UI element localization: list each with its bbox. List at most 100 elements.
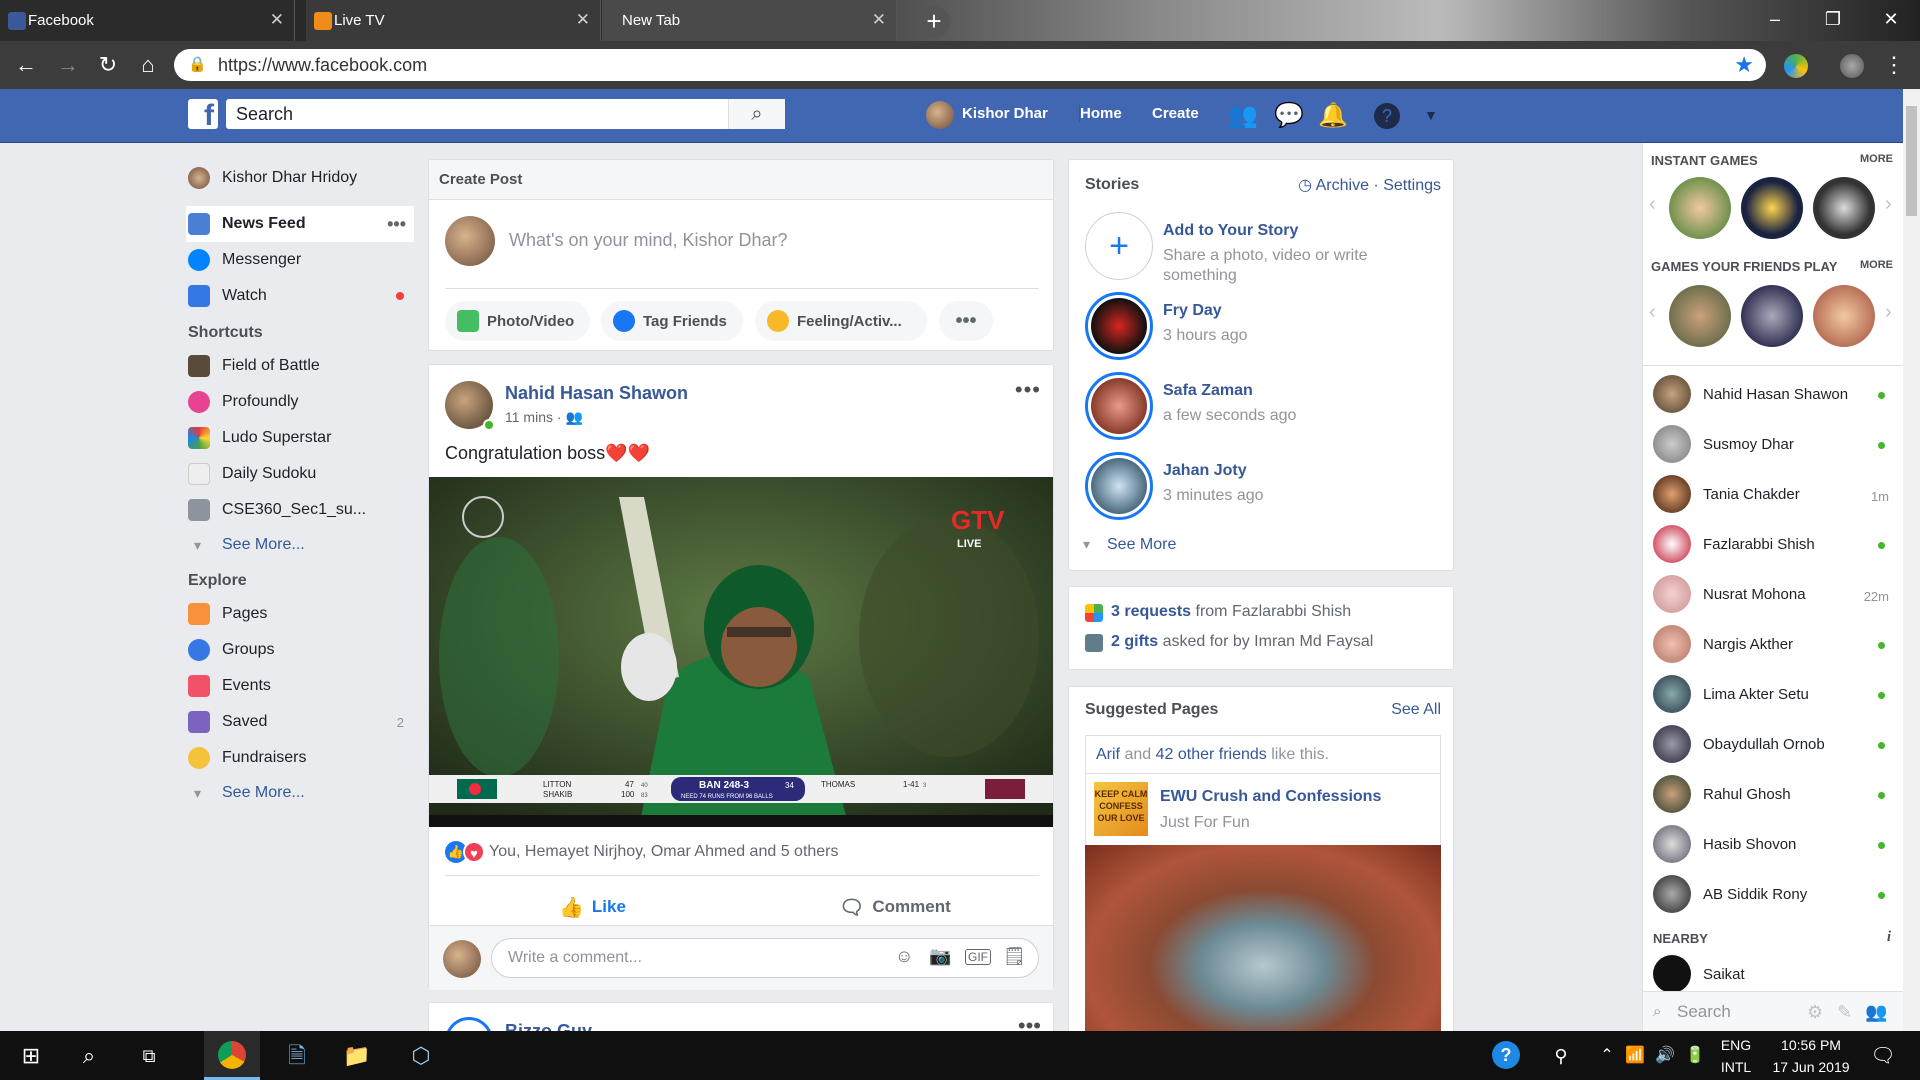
chat-contact[interactable]: AB Siddik Rony [1653, 875, 1893, 917]
feeling-activity-button[interactable]: Feeling/Activ... [755, 301, 927, 341]
chevron-left-icon[interactable]: ‹ [1649, 193, 1656, 216]
tag-friends-button[interactable]: Tag Friends [601, 301, 743, 341]
close-tab-icon[interactable]: ✕ [872, 10, 886, 30]
more-options-icon[interactable]: ••• [387, 214, 406, 235]
profile-link[interactable]: Kishor Dhar Hridoy [186, 160, 414, 196]
chat-contact[interactable]: Rahul Ghosh [1653, 775, 1893, 817]
story-item[interactable]: Jahan Joty 3 minutes ago [1085, 452, 1445, 522]
minimize-icon[interactable]: – [1746, 0, 1804, 41]
close-window-icon[interactable]: ✕ [1862, 0, 1920, 41]
settings-link[interactable]: Settings [1383, 177, 1441, 194]
search-icon[interactable]: ⌕ [728, 99, 785, 129]
shortcut-item[interactable]: Field of Battle [186, 348, 414, 384]
search-icon[interactable]: ⌕ [72, 1039, 106, 1073]
story-item[interactable]: Safa Zaman a few seconds ago [1085, 372, 1445, 442]
shortcut-item[interactable]: Daily Sudoku [186, 456, 414, 492]
scrollbar[interactable] [1903, 89, 1920, 1031]
game-icon[interactable] [1741, 177, 1803, 239]
wifi-icon[interactable]: 📶 [1618, 1039, 1652, 1073]
people-icon[interactable]: ⚲ [1544, 1039, 1578, 1073]
see-all-link[interactable]: See All [1391, 701, 1441, 719]
info-icon[interactable]: i [1887, 929, 1891, 946]
action-center-icon[interactable]: 🗨 [1866, 1039, 1900, 1073]
sidebar-item-watch[interactable]: Watch [186, 278, 414, 314]
chat-contact[interactable]: Obaydullah Ornob [1653, 725, 1893, 767]
battery-icon[interactable]: 🔋 [1678, 1039, 1712, 1073]
explore-item-saved[interactable]: Saved 2 [186, 704, 414, 740]
tab-live-tv[interactable]: Live TV ✕ [306, 0, 601, 41]
like-button[interactable]: 👍 Like [559, 889, 626, 925]
new-group-icon[interactable]: 👥 [1865, 992, 1887, 1032]
status-input[interactable]: What's on your mind, Kishor Dhar? [509, 230, 788, 251]
game-icon[interactable] [1813, 285, 1875, 347]
notifications-bell-icon[interactable]: 🔔 [1318, 101, 1348, 130]
sidebar-item-messenger[interactable]: Messenger [186, 242, 414, 278]
profile-link[interactable]: Kishor Dhar [962, 105, 1048, 122]
see-more-stories[interactable]: See More [1083, 536, 1177, 554]
see-more-shortcuts[interactable]: See More... [186, 528, 414, 562]
new-tab-button[interactable]: + [918, 6, 950, 38]
chevron-left-icon[interactable]: ‹ [1649, 301, 1656, 324]
comment-input[interactable]: Write a comment... [491, 938, 1039, 978]
see-more-explore[interactable]: See More... [186, 776, 414, 810]
chat-contact[interactable]: Nargis Akther [1653, 625, 1893, 667]
chat-contact[interactable]: Nusrat Mohona 22m [1653, 575, 1893, 617]
sidebar-item-news-feed[interactable]: News Feed ••• [186, 206, 414, 242]
chrome-taskbar-icon[interactable] [204, 1031, 260, 1080]
shortcut-item[interactable]: Profoundly [186, 384, 414, 420]
bookmark-star-icon[interactable]: ★ [1734, 49, 1754, 81]
gear-icon[interactable]: ⚙ [1807, 992, 1823, 1032]
app-cube-icon[interactable]: ⬡ [404, 1039, 438, 1073]
add-story[interactable]: + Add to Your Story Share a photo, video… [1085, 212, 1445, 284]
compose-icon[interactable]: ✎ [1837, 992, 1852, 1032]
friend-link[interactable]: Arif [1096, 746, 1120, 763]
avatar[interactable] [926, 101, 954, 129]
home-icon[interactable]: ⌂ [132, 49, 164, 81]
clock[interactable]: 10:56 PM 17 Jun 2019 [1766, 1037, 1856, 1075]
search-input[interactable]: Search [226, 99, 785, 129]
comment-button[interactable]: 🗨 Comment [839, 889, 951, 925]
language-indicator[interactable]: ENG INTL [1714, 1037, 1758, 1075]
post-timestamp[interactable]: 11 mins · 👥 [505, 409, 583, 426]
shortcut-item[interactable]: CSE360_Sec1_su... [186, 492, 414, 528]
help-icon[interactable]: ? [1492, 1041, 1520, 1069]
chevron-right-icon[interactable]: › [1885, 193, 1892, 216]
explore-item-events[interactable]: Events [186, 668, 414, 704]
more-games-link[interactable]: MORE [1860, 153, 1893, 165]
tab-new-tab[interactable]: New Tab ✕ [602, 0, 897, 41]
shortcut-item[interactable]: Ludo Superstar [186, 420, 414, 456]
forward-icon[interactable]: → [52, 49, 84, 81]
account-dropdown-icon[interactable]: ▼ [1424, 107, 1438, 123]
create-link[interactable]: Create [1152, 105, 1199, 122]
more-options-icon[interactable]: ••• [939, 301, 993, 341]
scrollbar-thumb[interactable] [1906, 106, 1917, 216]
chat-contact[interactable]: Nahid Hasan Shawon [1653, 375, 1893, 417]
close-tab-icon[interactable]: ✕ [576, 10, 590, 30]
reactions-summary[interactable]: 👍 ♥ You, Hemayet Nirjhoy, Omar Ahmed and… [445, 841, 839, 863]
file-explorer-icon[interactable]: 📁 [340, 1039, 374, 1073]
game-icon[interactable] [1741, 285, 1803, 347]
photo-video-button[interactable]: Photo/Video [445, 301, 591, 341]
post-video[interactable]: GTV LIVE LITTON SHAKIB 47 40 100 83 BAN … [429, 477, 1053, 827]
profile-avatar-icon[interactable] [1840, 54, 1864, 78]
explore-item-fundraisers[interactable]: Fundraisers [186, 740, 414, 776]
camera-icon[interactable]: 📷 [929, 946, 951, 967]
chat-contact[interactable]: Hasib Shovon [1653, 825, 1893, 867]
back-icon[interactable]: ← [10, 49, 42, 81]
gif-icon[interactable]: GIF [965, 949, 991, 965]
post-author[interactable]: Nahid Hasan Shawon [505, 383, 688, 404]
suggested-page[interactable]: KEEP CALM CONFESS OUR LOVE EWU Crush and… [1085, 773, 1441, 845]
extension-icon[interactable] [1784, 54, 1808, 78]
task-view-icon[interactable]: ⧉ [132, 1039, 166, 1073]
archive-link[interactable]: Archive [1316, 177, 1369, 194]
chat-contact[interactable]: Susmoy Dhar [1653, 425, 1893, 467]
chat-contact[interactable]: Fazlarabbi Shish [1653, 525, 1893, 567]
sticker-icon[interactable]: 🗒 [1003, 946, 1026, 967]
explore-item-groups[interactable]: Groups [186, 632, 414, 668]
game-icon[interactable] [1669, 285, 1731, 347]
volume-icon[interactable]: 🔊 [1648, 1039, 1682, 1073]
post-options-icon[interactable]: ••• [1015, 377, 1041, 403]
chat-search-input[interactable]: ⌕ Search ⚙ ✎ 👥 [1643, 991, 1904, 1031]
explore-item-pages[interactable]: Pages [186, 596, 414, 632]
tab-facebook[interactable]: Facebook ✕ [0, 0, 295, 41]
